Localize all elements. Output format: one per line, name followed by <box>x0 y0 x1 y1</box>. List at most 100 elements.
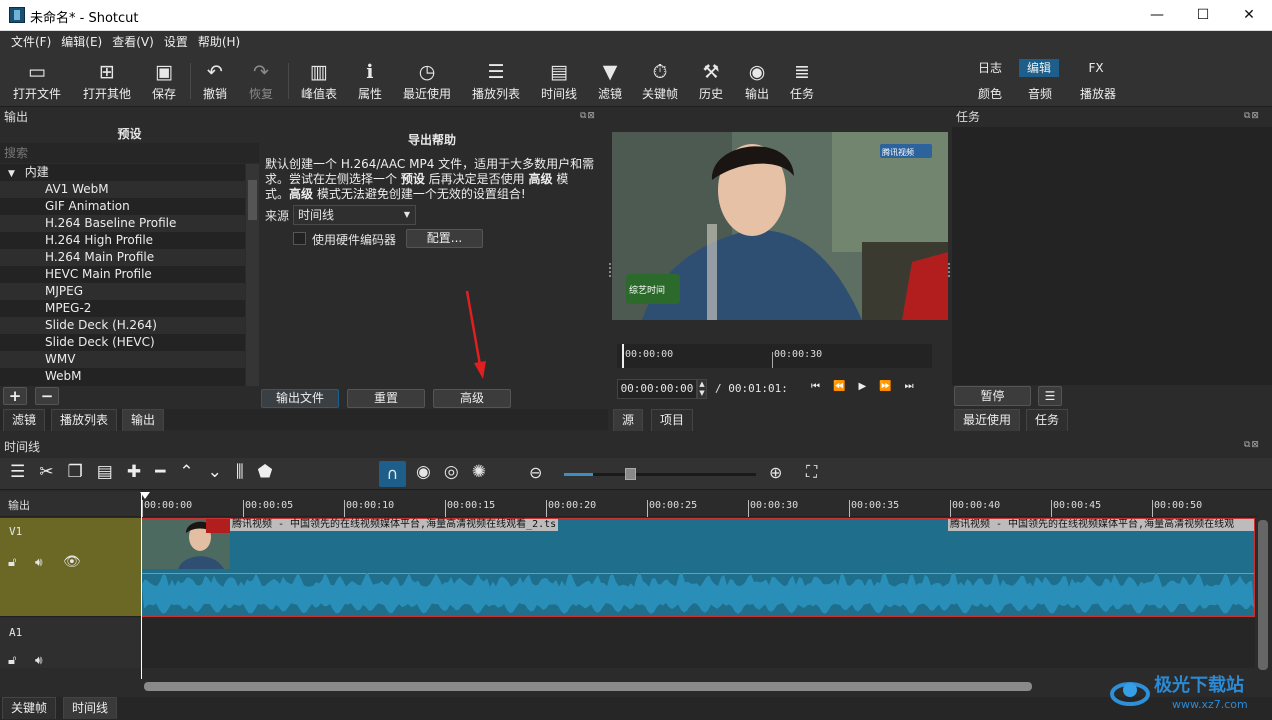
menu-settings[interactable]: 设置 <box>159 31 193 53</box>
maximize-button[interactable]: ☐ <box>1180 0 1226 31</box>
export-file-button[interactable]: 输出文件 <box>261 389 339 408</box>
properties-button[interactable]: ℹ 属性 <box>358 59 382 102</box>
preset-item[interactable]: MPEG-2 <box>0 300 245 317</box>
layout-color[interactable]: 颜色 <box>970 85 1010 103</box>
playlist-button[interactable]: ☰ 播放列表 <box>472 59 520 102</box>
preset-item[interactable]: WMV <box>0 351 245 368</box>
layout-logging[interactable]: 日志 <box>970 59 1010 77</box>
video-track-header[interactable]: V1 🔓︎ 🔊︎ 👁︎ <box>0 518 141 617</box>
layout-audio[interactable]: 音频 <box>1020 85 1060 103</box>
preset-item[interactable]: WebM <box>0 368 245 385</box>
minimize-button[interactable]: — <box>1134 0 1180 31</box>
close-button[interactable]: ✕ <box>1226 0 1272 31</box>
overwrite-icon[interactable]: ⌄ <box>208 462 236 482</box>
preset-item[interactable]: Slide Deck (H.264) <box>0 317 245 334</box>
mute-icon[interactable]: 🔊︎ <box>35 555 43 570</box>
rewind-icon[interactable]: ⏪ <box>833 381 858 392</box>
play-icon[interactable]: ▶ <box>858 381 879 392</box>
filters-button[interactable]: ▼ 滤镜 <box>598 59 622 102</box>
audio-track[interactable] <box>141 618 1255 668</box>
menu-file[interactable]: 文件(F) <box>6 31 56 53</box>
eye-icon[interactable]: 👁︎ <box>63 554 81 570</box>
source-select[interactable]: 时间线 ▼ <box>293 205 416 225</box>
mute-icon[interactable]: 🔊︎ <box>35 653 43 668</box>
open-other-button[interactable]: ⊞ 打开其他 <box>83 59 131 102</box>
remove-preset-button[interactable]: − <box>35 387 59 405</box>
tab-source[interactable]: 源 <box>613 409 644 431</box>
paste-icon[interactable]: ▤ <box>97 462 127 482</box>
pause-jobs-button[interactable]: 暂停 <box>954 386 1031 406</box>
hw-encoder-checkbox[interactable] <box>293 232 306 245</box>
skip-next-icon[interactable]: ⏭ <box>905 381 927 392</box>
add-preset-button[interactable]: + <box>3 387 27 405</box>
split-icon[interactable]: ⫼ <box>236 462 258 482</box>
fast-forward-icon[interactable]: ⏩ <box>879 381 904 392</box>
dock-float-close-icon[interactable]: ⧉⊠ <box>580 111 596 121</box>
zoom-slider[interactable] <box>564 468 756 480</box>
position-timecode[interactable]: 00:00:00:00 <box>617 379 697 399</box>
lock-icon[interactable]: 🔓︎ <box>8 653 16 668</box>
tab-project[interactable]: 项目 <box>651 409 694 431</box>
tab-playlist[interactable]: 播放列表 <box>51 409 118 431</box>
preset-item[interactable]: Slide Deck (HEVC) <box>0 334 245 351</box>
tab-filters[interactable]: 滤镜 <box>3 409 46 431</box>
jobs-menu-icon[interactable]: ☰ <box>1038 386 1062 406</box>
configure-button[interactable]: 配置... <box>406 229 483 248</box>
timeline-button[interactable]: ▤ 时间线 <box>541 59 577 102</box>
recent-button[interactable]: ◷ 最近使用 <box>403 59 451 102</box>
peak-meter-button[interactable]: ▥ 峰值表 <box>301 59 337 102</box>
zoom-fit-icon[interactable]: ⛶ <box>806 462 817 482</box>
append-icon[interactable]: ✚ <box>127 462 155 482</box>
zoom-in-icon[interactable]: ⊕ <box>769 463 782 482</box>
preset-item[interactable]: H.264 Main Profile <box>0 249 245 266</box>
menu-edit[interactable]: 编辑(E) <box>56 31 107 53</box>
timeline-ruler[interactable]: 00:00:00 00:00:05 00:00:10 00:00:15 00:00:20… <box>141 492 1258 517</box>
preset-list-scrollbar[interactable] <box>246 164 259 386</box>
player-scrubber[interactable]: 00:00:00 00:00:30 <box>617 344 932 368</box>
layout-fx[interactable]: FX <box>1076 59 1116 77</box>
dock-float-close-icon[interactable]: ⧉⊠ <box>1244 111 1260 121</box>
cut-icon[interactable]: ✂ <box>39 462 67 482</box>
history-button[interactable]: ⚒ 历史 <box>699 59 723 102</box>
menu-help[interactable]: 帮助(H) <box>193 31 245 53</box>
timeline-vscroll[interactable] <box>1256 518 1270 678</box>
undo-button[interactable]: ↶ 撤销 <box>203 59 227 102</box>
jobs-button[interactable]: ≣ 任务 <box>790 59 814 102</box>
tab-recent[interactable]: 最近使用 <box>954 409 1021 431</box>
lift-icon[interactable]: ⌃ <box>179 462 207 482</box>
menu-view[interactable]: 查看(V) <box>107 31 159 53</box>
remove-icon[interactable]: ━ <box>155 462 179 482</box>
tab-timeline[interactable]: 时间线 <box>63 697 118 719</box>
audio-track-header[interactable]: A1 🔓︎ 🔊︎ <box>0 618 141 668</box>
lock-icon[interactable]: 🔓︎ <box>8 555 16 570</box>
advanced-button[interactable]: 高级 <box>433 389 511 408</box>
ripple-icon[interactable]: ◎ <box>444 462 472 482</box>
preset-search-input[interactable]: 搜索 <box>0 143 259 163</box>
timeline-menu-icon[interactable]: ☰ <box>10 462 39 482</box>
tab-export[interactable]: 输出 <box>122 409 165 431</box>
dock-float-close-icon[interactable]: ⧉⊠ <box>1244 440 1260 450</box>
zoom-out-icon[interactable]: ⊖ <box>529 463 542 482</box>
preset-item[interactable]: AV1 WebM <box>0 181 245 198</box>
keyframes-button[interactable]: ⏱ 关键帧 <box>642 59 678 102</box>
video-clip[interactable]: 腾讯视频 - 中国领先的在线视频媒体平台,海量高清视频在线观看_2.ts 腾讯视… <box>141 518 1255 617</box>
copy-icon[interactable]: ❐ <box>68 462 97 482</box>
timeline-hscroll[interactable] <box>141 679 1255 693</box>
preset-group-builtin[interactable]: ▼ 内建 <box>0 164 245 181</box>
layout-editing[interactable]: 编辑 <box>1019 59 1059 77</box>
preset-item[interactable]: HEVC Main Profile <box>0 266 245 283</box>
tab-jobs[interactable]: 任务 <box>1026 409 1069 431</box>
snap-icon[interactable]: ∩ <box>379 461 406 487</box>
playhead[interactable] <box>141 492 142 679</box>
layout-player[interactable]: 播放器 <box>1074 85 1122 103</box>
marker-icon[interactable]: ⬟ <box>258 462 287 482</box>
preset-item[interactable]: GIF Animation <box>0 198 245 215</box>
redo-button[interactable]: ↷ 恢复 <box>249 59 273 102</box>
export-button[interactable]: ◉ 输出 <box>745 59 769 102</box>
preset-item[interactable]: MJPEG <box>0 283 245 300</box>
scrub-icon[interactable]: ◉ <box>416 462 444 482</box>
preset-item[interactable]: H.264 High Profile <box>0 232 245 249</box>
tab-keyframes[interactable]: 关键帧 <box>2 697 57 719</box>
save-button[interactable]: ▣ 保存 <box>152 59 176 102</box>
open-file-button[interactable]: ▭ 打开文件 <box>13 59 61 102</box>
